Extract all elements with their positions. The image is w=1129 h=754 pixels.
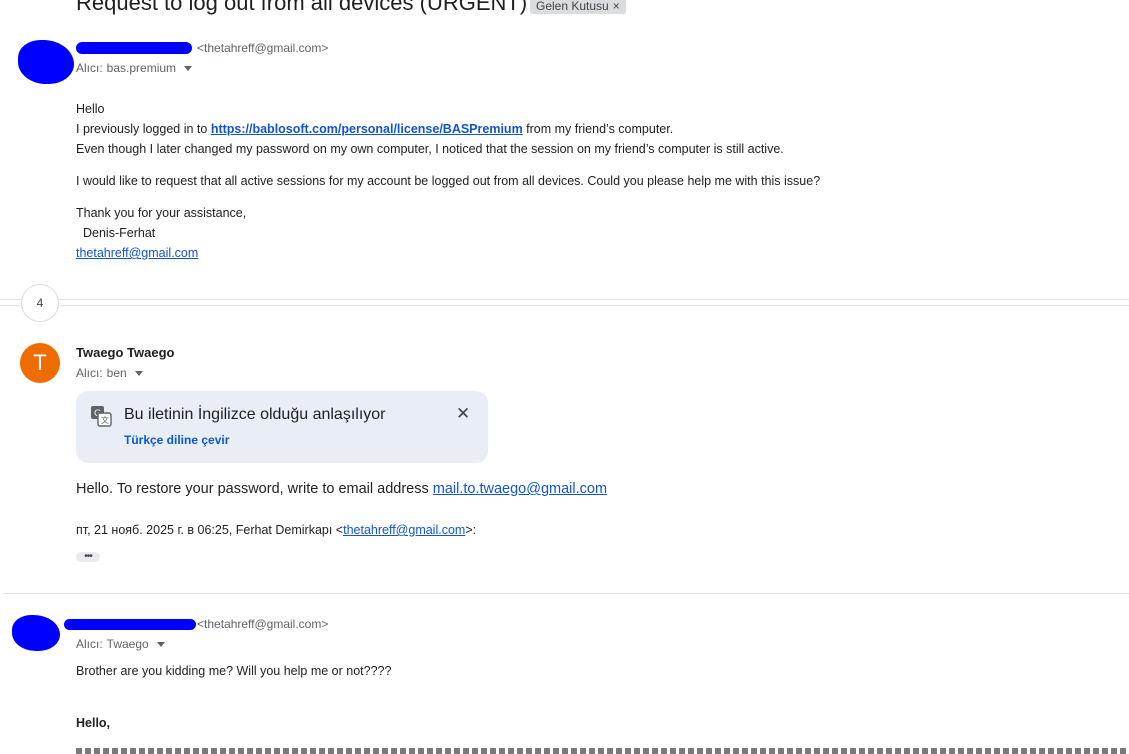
to-value: ben — [106, 366, 127, 380]
body-line-1: I previously logged in to https://bablos… — [76, 119, 1116, 139]
body-line-1-post: from my friend’s computer. — [522, 122, 674, 136]
greeting-text: Hello — [76, 102, 105, 116]
email-subject: Request to log out from all devices (URG… — [76, 0, 528, 15]
redacted-sender-name — [76, 42, 192, 54]
quote-email-link[interactable]: thetahreff@gmail.com — [343, 523, 465, 537]
translate-icon: G 文 — [91, 406, 112, 427]
sender-email: <thetahreff@gmail.com> — [197, 41, 329, 55]
cut-off-text-line — [76, 748, 1126, 754]
reply-body: Hello. To restore your password, write t… — [76, 481, 607, 497]
redacted-sender-name — [64, 619, 196, 630]
svg-text:文: 文 — [101, 415, 109, 425]
collapsed-divider-bottom — [0, 305, 1129, 306]
quote-header: пт, 21 нояб. 2025 г. в 06:25, Ferhat Dem… — [76, 523, 476, 537]
signature-name: Denis-Ferhat — [83, 226, 156, 240]
sender-email: <thetahreff@gmail.com> — [197, 617, 329, 631]
message-3-line-2: Hello, — [76, 716, 111, 730]
redacted-avatar — [18, 40, 74, 84]
sender-avatar[interactable]: T — [20, 343, 60, 383]
body-line-2: Even though I later changed my password … — [76, 142, 784, 156]
reply-body-text: Hello. To restore your password, write t… — [76, 481, 433, 497]
to-label: Alıcı: — [76, 61, 103, 75]
message-3-line-1: Brother are you kidding me? Will you hel… — [76, 664, 392, 678]
to-label: Alıcı: — [76, 366, 103, 380]
recipient-line[interactable]: Alıcı: ben — [76, 366, 143, 380]
quote-header-post: >: — [465, 523, 477, 537]
license-link[interactable]: https://bablosoft.com/personal/license/B… — [211, 122, 523, 136]
collapsed-divider-top — [0, 299, 1129, 300]
chevron-down-icon[interactable] — [156, 642, 165, 647]
thanks-text: Thank you for your assistance, — [76, 206, 247, 220]
message-body: Hello I previously logged in to https://… — [76, 99, 1116, 263]
translate-title: Bu iletinin İngilizce olduğu anlaşılıyor — [124, 406, 386, 423]
show-trimmed-content-button[interactable]: ••• — [76, 552, 100, 562]
redacted-avatar — [12, 615, 60, 651]
to-value: Twaego — [106, 637, 149, 651]
translate-banner: G 文 Bu iletinin İngilizce olduğu anlaşıl… — [76, 391, 488, 463]
reply-email-link[interactable]: mail.to.twaego@gmail.com — [433, 481, 607, 497]
quote-header-pre: пт, 21 нояб. 2025 г. в 06:25, Ferhat Dem… — [76, 523, 344, 537]
inbox-label-text: Gelen Kutusu — [536, 0, 609, 13]
sender-name: Twaego Twaego — [76, 345, 175, 360]
to-value: bas.premium — [106, 61, 177, 75]
message-1: <thetahreff@gmail.com> Alıcı: bas.premiu… — [0, 30, 1129, 270]
to-label: Alıcı: — [76, 637, 103, 651]
inbox-label-chip[interactable]: Gelen Kutusu × — [530, 0, 626, 14]
close-icon[interactable]: ✕ — [456, 404, 470, 424]
signature-email-link[interactable]: thetahreff@gmail.com — [76, 246, 198, 260]
recipient-line[interactable]: Alıcı: Twaego — [76, 637, 165, 651]
body-line-3: I would like to request that all active … — [76, 174, 821, 188]
remove-label-icon[interactable]: × — [613, 0, 620, 13]
message-divider — [3, 593, 1129, 594]
body-line-1-pre: I previously logged in to — [76, 122, 211, 136]
chevron-down-icon[interactable] — [134, 371, 143, 376]
collapsed-messages-count[interactable]: 4 — [21, 284, 59, 322]
translate-action-link[interactable]: Türkçe diline çevir — [124, 433, 229, 447]
chevron-down-icon[interactable] — [184, 66, 193, 71]
recipient-line[interactable]: Alıcı: bas.premium — [76, 61, 193, 75]
